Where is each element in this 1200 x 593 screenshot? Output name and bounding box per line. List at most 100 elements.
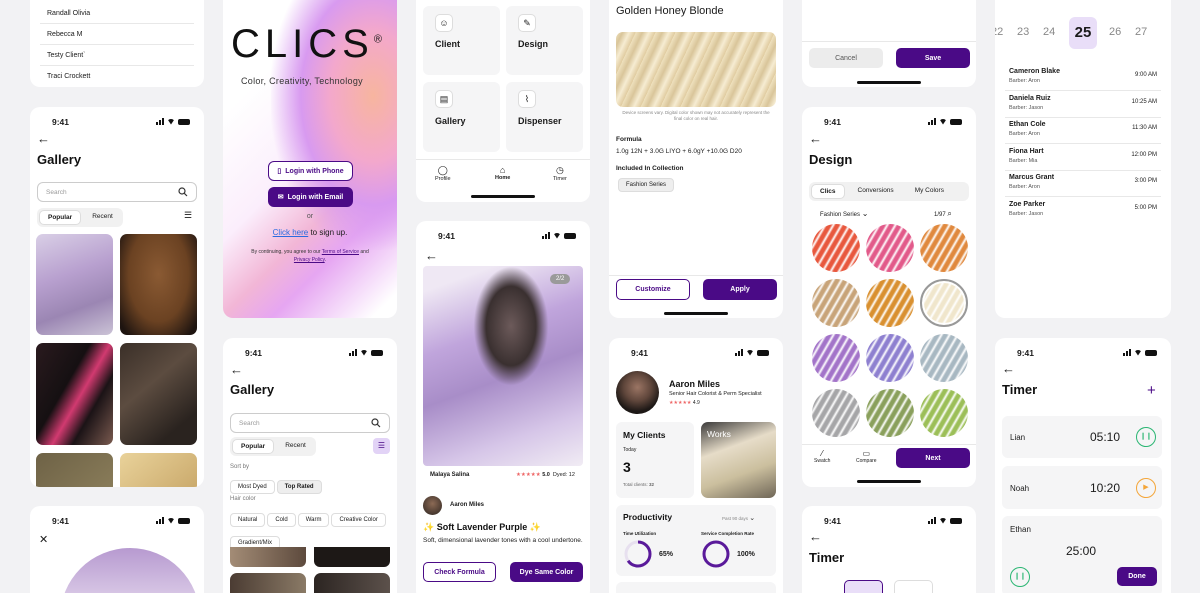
sort-most-dyed[interactable]: Most Dyed (230, 480, 275, 494)
appointment-name[interactable]: Ethan Cole (1009, 121, 1046, 128)
back-arrow-icon[interactable]: ← (37, 131, 50, 146)
back-arrow-icon[interactable]: ← (230, 362, 243, 377)
cancel-button[interactable]: Cancel (809, 48, 883, 68)
appointment-name[interactable]: Daniela Ruiz (1009, 95, 1051, 102)
gallery-photo[interactable] (314, 573, 390, 593)
tile-dispenser[interactable]: ⌇ Dispenser (506, 82, 583, 152)
color-swatch[interactable] (920, 224, 968, 272)
save-button[interactable]: Save (896, 48, 970, 68)
customize-button[interactable]: Customize (616, 279, 690, 300)
close-icon[interactable]: ✕ (39, 533, 48, 546)
day-item[interactable]: 26 (1109, 26, 1121, 38)
tab-conversions[interactable]: Conversions (848, 184, 904, 199)
done-button[interactable]: Done (1117, 567, 1157, 586)
appointment-name[interactable]: Fiona Hart (1009, 148, 1044, 155)
color-swatch[interactable] (812, 334, 860, 382)
home-icon: ⌂ (499, 165, 506, 175)
back-arrow-icon[interactable]: ← (1002, 361, 1015, 376)
color-swatch[interactable] (920, 334, 968, 382)
tab-popular[interactable]: Popular (39, 210, 82, 225)
check-formula-button[interactable]: Check Formula (423, 562, 496, 582)
color-swatch[interactable] (920, 389, 968, 437)
color-swatch[interactable] (812, 279, 860, 327)
day-item[interactable]: 23 (1017, 26, 1029, 38)
nav-home[interactable]: ⌂ Home (495, 165, 510, 181)
tab-popular[interactable]: Popular (232, 439, 275, 454)
play-icon[interactable]: ▶ (1136, 478, 1156, 498)
gallery-screen: 9:41 ← Gallery Search Popular Recent ☰ (30, 107, 204, 487)
next-button[interactable]: Next (896, 448, 970, 468)
color-swatch[interactable] (866, 279, 914, 327)
day-item[interactable]: 24 (1043, 26, 1055, 38)
color-swatch[interactable] (812, 389, 860, 437)
login-phone-button[interactable]: ▯ Login with Phone (268, 161, 353, 181)
search-icon[interactable]: ⌕ (947, 209, 951, 218)
gallery-photo[interactable] (36, 453, 113, 487)
search-icon (371, 418, 381, 428)
nav-timer[interactable]: ◷ Timer (553, 165, 567, 182)
back-arrow-icon[interactable]: ← (809, 529, 822, 544)
color-swatch[interactable] (866, 389, 914, 437)
gallery-photo[interactable] (314, 547, 390, 567)
haircolor-warm[interactable]: Warm (297, 513, 330, 527)
client-row[interactable]: Randall Olivia (47, 10, 90, 17)
gallery-photo[interactable] (120, 453, 197, 487)
client-row[interactable]: Traci Crockett (47, 73, 90, 80)
period-select[interactable]: Past 90 days ⌄ (722, 514, 755, 522)
tab-my-colors[interactable]: My Colors (907, 184, 952, 199)
nav-compare[interactable]: ▭ Compare (856, 449, 877, 464)
filter-button[interactable]: ☰ (373, 438, 390, 454)
haircolor-creative[interactable]: Creative Color (331, 513, 386, 527)
haircolor-cold[interactable]: Cold (267, 513, 296, 527)
color-swatch[interactable] (866, 224, 914, 272)
tile-client[interactable]: ☺ Client (423, 6, 500, 75)
gallery-photo[interactable] (120, 343, 197, 445)
gallery-photo[interactable] (230, 573, 306, 593)
series-select[interactable]: Fashion Series ⌄ (820, 209, 868, 218)
appointment-name[interactable]: Zoe Parker (1009, 201, 1045, 208)
timer-option[interactable] (844, 580, 883, 593)
gallery-photo[interactable] (230, 547, 306, 567)
gallery-photo[interactable] (120, 234, 197, 335)
tile-design[interactable]: ✎ Design (506, 6, 583, 75)
terms-link[interactable]: Terms of Service (322, 249, 359, 255)
timer-icon: ◷ (556, 165, 564, 175)
gallery-photo[interactable] (36, 343, 113, 445)
tab-recent[interactable]: Recent (277, 439, 314, 454)
back-arrow-icon[interactable]: ← (809, 131, 822, 146)
appointment-name[interactable]: Cameron Blake (1009, 68, 1060, 75)
pause-icon[interactable]: ❙❙ (1136, 427, 1156, 447)
color-swatch[interactable] (812, 224, 860, 272)
gallery-photo[interactable] (36, 234, 113, 335)
day-selected[interactable]: 25 (1069, 17, 1097, 49)
day-item[interactable]: 22 (995, 26, 1003, 38)
time-util-ring (624, 540, 652, 568)
timer-option[interactable] (894, 580, 933, 593)
add-timer-button[interactable]: + (1147, 382, 1156, 399)
haircolor-natural[interactable]: Natural (230, 513, 266, 527)
login-email-button[interactable]: ✉ Login with Email (268, 187, 353, 207)
search-input[interactable]: Search (37, 182, 197, 202)
pause-icon[interactable]: ❙❙ (1010, 567, 1030, 587)
appointment-name[interactable]: Marcus Grant (1009, 174, 1054, 181)
color-swatch[interactable] (866, 334, 914, 382)
back-arrow-icon[interactable]: ← (425, 248, 438, 263)
search-input[interactable]: Search (230, 413, 390, 433)
client-row[interactable]: Testy Client` (47, 52, 86, 59)
tab-recent[interactable]: Recent (84, 210, 121, 225)
dye-same-color-button[interactable]: Dye Same Color (510, 562, 583, 582)
tile-gallery[interactable]: ▤ Gallery (423, 82, 500, 152)
signup-link[interactable]: Click here (273, 228, 309, 237)
color-swatch[interactable] (920, 279, 968, 327)
day-item[interactable]: 27 (1135, 26, 1147, 38)
filter-icon[interactable]: ☰ (184, 210, 192, 221)
sort-top-rated[interactable]: Top Rated (276, 480, 322, 494)
tab-clics[interactable]: Clics (811, 184, 845, 199)
nav-profile[interactable]: ◯ Profile (435, 165, 451, 182)
nav-swatch[interactable]: ⁄ Swatch (814, 449, 830, 464)
collection-chip[interactable]: Fashion Series (618, 178, 675, 192)
privacy-link[interactable]: Privacy Policy (294, 257, 325, 263)
apply-button[interactable]: Apply (703, 279, 777, 300)
client-row[interactable]: Rebecca M (47, 31, 82, 38)
login-screen: CLICS® Color, Creativity, Technology ▯ Lo… (223, 0, 397, 318)
